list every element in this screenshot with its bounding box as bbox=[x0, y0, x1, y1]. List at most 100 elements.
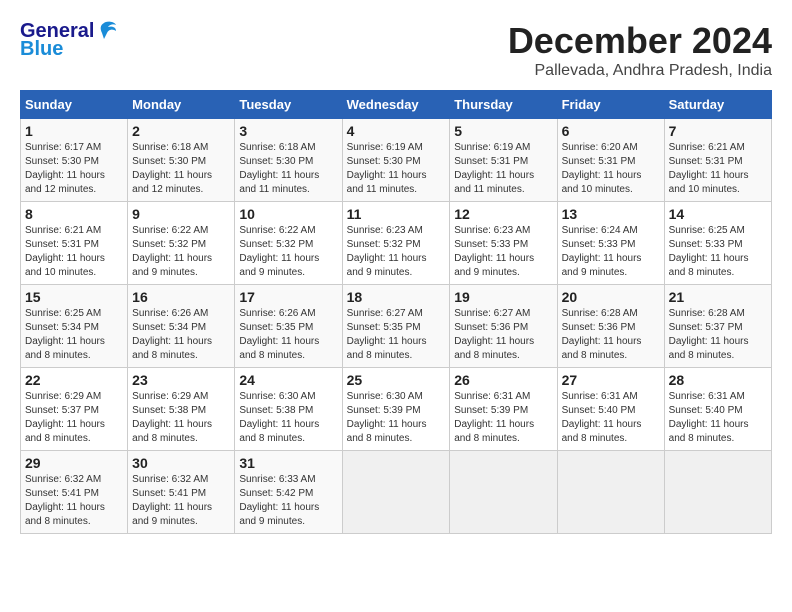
day-info: Sunrise: 6:29 AMSunset: 5:38 PMDaylight:… bbox=[132, 390, 230, 446]
calendar-cell: 19 Sunrise: 6:27 AMSunset: 5:36 PMDayligh… bbox=[450, 285, 557, 368]
day-number: 20 bbox=[562, 289, 660, 305]
day-number: 4 bbox=[347, 123, 446, 139]
calendar-cell: 27 Sunrise: 6:31 AMSunset: 5:40 PMDayligh… bbox=[557, 368, 664, 451]
day-info: Sunrise: 6:31 AMSunset: 5:39 PMDaylight:… bbox=[454, 390, 552, 446]
calendar-week-row: 22Sunrise: 6:29 AMSunset: 5:37 PMDayligh… bbox=[21, 368, 772, 451]
day-info: Sunrise: 6:28 AMSunset: 5:36 PMDaylight:… bbox=[562, 307, 660, 363]
day-info: Sunrise: 6:33 AMSunset: 5:42 PMDaylight:… bbox=[239, 473, 337, 529]
day-number: 28 bbox=[669, 372, 767, 388]
day-info: Sunrise: 6:26 AMSunset: 5:35 PMDaylight:… bbox=[239, 307, 337, 363]
day-number: 2 bbox=[132, 123, 230, 139]
calendar-cell: 26 Sunrise: 6:31 AMSunset: 5:39 PMDayligh… bbox=[450, 368, 557, 451]
day-number: 30 bbox=[132, 455, 230, 471]
day-info: Sunrise: 6:31 AMSunset: 5:40 PMDaylight:… bbox=[562, 390, 660, 446]
day-number: 14 bbox=[669, 206, 767, 222]
day-info: Sunrise: 6:25 AMSunset: 5:33 PMDaylight:… bbox=[669, 224, 767, 280]
day-header-saturday: Saturday bbox=[664, 91, 771, 119]
day-info: Sunrise: 6:25 AMSunset: 5:34 PMDaylight:… bbox=[25, 307, 123, 363]
calendar-cell: 8 Sunrise: 6:21 AMSunset: 5:31 PMDaylight… bbox=[21, 202, 128, 285]
day-info: Sunrise: 6:28 AMSunset: 5:37 PMDaylight:… bbox=[669, 307, 767, 363]
day-number: 9 bbox=[132, 206, 230, 222]
calendar-cell: 1 Sunrise: 6:17 AMSunset: 5:30 PMDaylight… bbox=[21, 119, 128, 202]
title-section: December 2024 Pallevada, Andhra Pradesh,… bbox=[508, 20, 772, 80]
calendar-cell bbox=[557, 451, 664, 534]
calendar-cell: 9 Sunrise: 6:22 AMSunset: 5:32 PMDaylight… bbox=[128, 202, 235, 285]
day-number: 26 bbox=[454, 372, 552, 388]
day-number: 16 bbox=[132, 289, 230, 305]
calendar-cell: 18 Sunrise: 6:27 AMSunset: 5:35 PMDayligh… bbox=[342, 285, 450, 368]
calendar-cell: 30 Sunrise: 6:32 AMSunset: 5:41 PMDayligh… bbox=[128, 451, 235, 534]
day-number: 23 bbox=[132, 372, 230, 388]
calendar-header-row: SundayMondayTuesdayWednesdayThursdayFrid… bbox=[21, 91, 772, 119]
day-number: 19 bbox=[454, 289, 552, 305]
month-title: December 2024 bbox=[508, 20, 772, 62]
calendar-table: SundayMondayTuesdayWednesdayThursdayFrid… bbox=[20, 90, 772, 534]
calendar-cell: 11Sunrise: 6:23 AMSunset: 5:32 PMDayligh… bbox=[342, 202, 450, 285]
calendar-cell: 23 Sunrise: 6:29 AMSunset: 5:38 PMDayligh… bbox=[128, 368, 235, 451]
calendar-cell: 28 Sunrise: 6:31 AMSunset: 5:40 PMDayligh… bbox=[664, 368, 771, 451]
day-info: Sunrise: 6:32 AMSunset: 5:41 PMDaylight:… bbox=[25, 473, 123, 529]
day-header-tuesday: Tuesday bbox=[235, 91, 342, 119]
calendar-cell: 7Sunrise: 6:21 AMSunset: 5:31 PMDaylight… bbox=[664, 119, 771, 202]
day-number: 15 bbox=[25, 289, 123, 305]
calendar-cell: 3Sunrise: 6:18 AMSunset: 5:30 PMDaylight… bbox=[235, 119, 342, 202]
day-info: Sunrise: 6:31 AMSunset: 5:40 PMDaylight:… bbox=[669, 390, 767, 446]
day-info: Sunrise: 6:24 AMSunset: 5:33 PMDaylight:… bbox=[562, 224, 660, 280]
day-info: Sunrise: 6:19 AMSunset: 5:30 PMDaylight:… bbox=[347, 141, 446, 197]
calendar-cell: 2Sunrise: 6:18 AMSunset: 5:30 PMDaylight… bbox=[128, 119, 235, 202]
calendar-cell: 24 Sunrise: 6:30 AMSunset: 5:38 PMDayligh… bbox=[235, 368, 342, 451]
day-number: 10 bbox=[239, 206, 337, 222]
day-number: 8 bbox=[25, 206, 123, 222]
day-number: 24 bbox=[239, 372, 337, 388]
calendar-cell: 22Sunrise: 6:29 AMSunset: 5:37 PMDayligh… bbox=[21, 368, 128, 451]
page-header: General Blue December 2024 Pallevada, An… bbox=[20, 20, 772, 80]
calendar-cell: 31Sunrise: 6:33 AMSunset: 5:42 PMDayligh… bbox=[235, 451, 342, 534]
logo-blue: Blue bbox=[20, 38, 118, 60]
day-info: Sunrise: 6:29 AMSunset: 5:37 PMDaylight:… bbox=[25, 390, 123, 446]
day-header-thursday: Thursday bbox=[450, 91, 557, 119]
calendar-cell: 6 Sunrise: 6:20 AMSunset: 5:31 PMDaylight… bbox=[557, 119, 664, 202]
day-info: Sunrise: 6:27 AMSunset: 5:36 PMDaylight:… bbox=[454, 307, 552, 363]
day-number: 6 bbox=[562, 123, 660, 139]
day-info: Sunrise: 6:27 AMSunset: 5:35 PMDaylight:… bbox=[347, 307, 446, 363]
calendar-cell bbox=[664, 451, 771, 534]
day-number: 25 bbox=[347, 372, 446, 388]
day-number: 3 bbox=[239, 123, 337, 139]
day-info: Sunrise: 6:26 AMSunset: 5:34 PMDaylight:… bbox=[132, 307, 230, 363]
day-number: 7 bbox=[669, 123, 767, 139]
calendar-week-row: 1 Sunrise: 6:17 AMSunset: 5:30 PMDaylight… bbox=[21, 119, 772, 202]
day-number: 27 bbox=[562, 372, 660, 388]
day-number: 18 bbox=[347, 289, 446, 305]
day-info: Sunrise: 6:32 AMSunset: 5:41 PMDaylight:… bbox=[132, 473, 230, 529]
calendar-cell: 25 Sunrise: 6:30 AMSunset: 5:39 PMDayligh… bbox=[342, 368, 450, 451]
day-info: Sunrise: 6:22 AMSunset: 5:32 PMDaylight:… bbox=[132, 224, 230, 280]
calendar-week-row: 8 Sunrise: 6:21 AMSunset: 5:31 PMDaylight… bbox=[21, 202, 772, 285]
day-info: Sunrise: 6:23 AMSunset: 5:33 PMDaylight:… bbox=[454, 224, 552, 280]
day-info: Sunrise: 6:19 AMSunset: 5:31 PMDaylight:… bbox=[454, 141, 552, 197]
calendar-cell: 15 Sunrise: 6:25 AMSunset: 5:34 PMDayligh… bbox=[21, 285, 128, 368]
calendar-cell: 4 Sunrise: 6:19 AMSunset: 5:30 PMDaylight… bbox=[342, 119, 450, 202]
day-header-sunday: Sunday bbox=[21, 91, 128, 119]
day-header-monday: Monday bbox=[128, 91, 235, 119]
calendar-cell: 29 Sunrise: 6:32 AMSunset: 5:41 PMDayligh… bbox=[21, 451, 128, 534]
calendar-cell: 5Sunrise: 6:19 AMSunset: 5:31 PMDaylight… bbox=[450, 119, 557, 202]
calendar-week-row: 29 Sunrise: 6:32 AMSunset: 5:41 PMDayligh… bbox=[21, 451, 772, 534]
calendar-cell: 10Sunrise: 6:22 AMSunset: 5:32 PMDayligh… bbox=[235, 202, 342, 285]
calendar-cell: 13 Sunrise: 6:24 AMSunset: 5:33 PMDayligh… bbox=[557, 202, 664, 285]
calendar-cell: 14 Sunrise: 6:25 AMSunset: 5:33 PMDayligh… bbox=[664, 202, 771, 285]
day-number: 1 bbox=[25, 123, 123, 139]
day-info: Sunrise: 6:20 AMSunset: 5:31 PMDaylight:… bbox=[562, 141, 660, 197]
day-number: 21 bbox=[669, 289, 767, 305]
day-number: 12 bbox=[454, 206, 552, 222]
calendar-cell: 17Sunrise: 6:26 AMSunset: 5:35 PMDayligh… bbox=[235, 285, 342, 368]
day-info: Sunrise: 6:23 AMSunset: 5:32 PMDaylight:… bbox=[347, 224, 446, 280]
calendar-week-row: 15 Sunrise: 6:25 AMSunset: 5:34 PMDayligh… bbox=[21, 285, 772, 368]
day-info: Sunrise: 6:30 AMSunset: 5:38 PMDaylight:… bbox=[239, 390, 337, 446]
day-number: 29 bbox=[25, 455, 123, 471]
calendar-cell: 12 Sunrise: 6:23 AMSunset: 5:33 PMDayligh… bbox=[450, 202, 557, 285]
calendar-cell bbox=[450, 451, 557, 534]
day-number: 13 bbox=[562, 206, 660, 222]
day-info: Sunrise: 6:30 AMSunset: 5:39 PMDaylight:… bbox=[347, 390, 446, 446]
day-info: Sunrise: 6:21 AMSunset: 5:31 PMDaylight:… bbox=[25, 224, 123, 280]
day-info: Sunrise: 6:17 AMSunset: 5:30 PMDaylight:… bbox=[25, 141, 123, 197]
